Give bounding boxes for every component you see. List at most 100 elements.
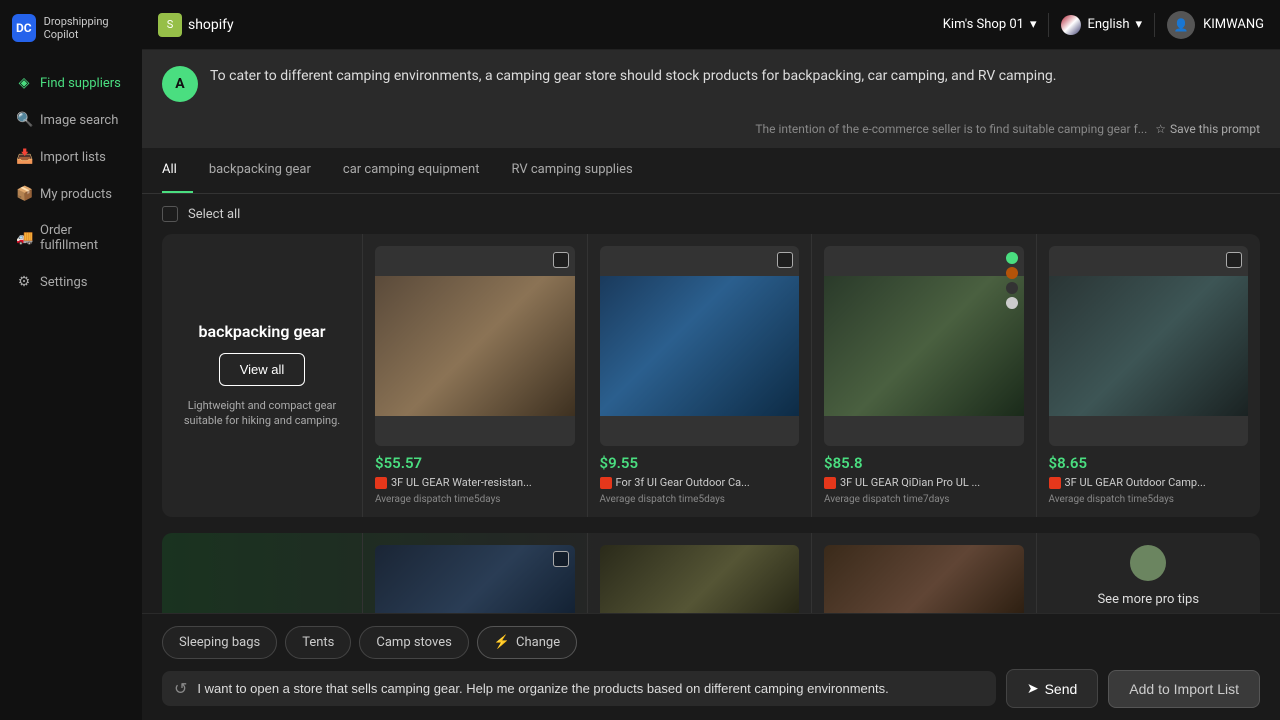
flag-icon [1061,15,1081,35]
user-info[interactable]: 👤 KIMWANG [1167,11,1264,39]
aliexpress-icon [375,477,387,489]
product-card[interactable]: $9.55 For 3f UI Gear Outdoor Ca... Avera… [587,234,812,517]
product-checkbox[interactable] [1226,252,1242,268]
my-products-icon: 📦 [16,186,32,202]
shopify-logo: S shopify [158,13,234,37]
divider-2 [1154,13,1155,37]
sidebar-item-label: My products [40,187,112,202]
see-more-tips-card[interactable]: See more pro tips › [1036,533,1261,613]
product-image [824,246,1024,446]
chat-avatar: A [162,66,198,102]
tabs-bar: All backpacking gear car camping equipme… [142,148,1280,194]
product-checkbox[interactable] [777,252,793,268]
username: KIMWANG [1203,17,1264,32]
product-image-placeholder [600,276,800,416]
product-image-tent1 [375,545,575,613]
tab-backpacking-gear[interactable]: backpacking gear [193,148,327,193]
color-dot-dark [1006,282,1018,294]
sidebar-item-my-products[interactable]: 📦 My products [4,176,138,212]
category-section-car-camping: See more pro tips › [162,533,1260,613]
color-swatches [1006,252,1018,309]
product-card-tent2[interactable] [587,533,812,613]
refresh-icon[interactable]: ↺ [174,679,187,698]
product-name: 3F UL GEAR Outdoor Camp... [1049,476,1249,490]
products-row-2: See more pro tips › [362,533,1260,613]
star-icon: ☆ [1155,122,1166,136]
shop-selector[interactable]: Kim's Shop 01 ▾ [943,17,1037,32]
view-all-button[interactable]: View all [219,353,306,386]
order-fulfillment-icon: 🚚 [16,230,32,246]
product-checkbox[interactable] [553,551,569,567]
sidebar-item-find-suppliers[interactable]: ◈ Find suppliers [4,65,138,101]
product-card[interactable]: $85.8 3F UL GEAR QiDian Pro UL ... Avera… [811,234,1036,517]
chip-camp-stoves[interactable]: Camp stoves [359,626,468,659]
chat-input[interactable] [197,681,983,696]
send-icon: ➤ [1027,680,1039,697]
sidebar-item-import-lists[interactable]: 📥 Import lists [4,139,138,175]
save-prompt-button[interactable]: ☆ Save this prompt [1155,122,1260,136]
product-dispatch: Average dispatch time5days [600,494,800,505]
user-avatar: 👤 [1167,11,1195,39]
sidebar-item-label: Find suppliers [40,76,121,91]
app-logo-text: Dropshipping Copilot [44,15,130,41]
color-dot-green [1006,252,1018,264]
settings-icon: ⚙ [16,274,32,290]
category-description: Lightweight and compact gear suitable fo… [182,398,342,429]
product-price: $9.55 [600,454,800,472]
tab-car-camping-equipment[interactable]: car camping equipment [327,148,496,193]
product-image [375,246,575,446]
product-image-placeholder [1049,276,1249,416]
sidebar-item-image-search[interactable]: 🔍 Image search [4,102,138,138]
sidebar-item-settings[interactable]: ⚙ Settings [4,264,138,300]
chip-change[interactable]: ⚡ Change [477,626,577,659]
chip-tents[interactable]: Tents [285,626,351,659]
image-search-icon: 🔍 [16,112,32,128]
product-image-placeholder [824,545,1024,613]
tab-rv-camping-supplies[interactable]: RV camping supplies [495,148,648,193]
sidebar-item-order-fulfillment[interactable]: 🚚 Order fulfillment [4,213,138,263]
select-all-checkbox[interactable] [162,206,178,222]
product-card-tent3[interactable] [811,533,1036,613]
app-logo-icon: DC [12,14,36,42]
import-lists-icon: 📥 [16,149,32,165]
category-title: backpacking gear [199,322,326,341]
app-logo: DC Dropshipping Copilot [0,0,142,56]
category-info: backpacking gear View all Lightweight an… [162,234,362,517]
product-dispatch: Average dispatch time5days [375,494,575,505]
tab-all[interactable]: All [162,148,193,193]
product-card-tent1[interactable] [362,533,587,613]
chat-message: To cater to different camping environmen… [210,66,1260,87]
language-selector[interactable]: English ▾ [1061,15,1142,35]
product-dispatch: Average dispatch time7days [824,494,1024,505]
product-card[interactable]: $8.65 3F UL GEAR Outdoor Camp... Average… [1036,234,1261,517]
suggestion-chips: Sleeping bags Tents Camp stoves ⚡ Change [162,626,1260,659]
change-icon: ⚡ [494,635,510,650]
product-card[interactable]: $55.57 3F UL GEAR Water-resistan... Aver… [362,234,587,517]
input-row: ↺ ➤ Send Add to Import List [162,669,1260,708]
product-image-placeholder [824,276,1024,416]
send-button[interactable]: ➤ Send [1006,669,1098,708]
color-dot-brown [1006,267,1018,279]
aliexpress-icon [824,477,836,489]
product-image [1049,246,1249,446]
product-image-placeholder [375,276,575,416]
bottom-bar: Sleeping bags Tents Camp stoves ⚡ Change… [142,613,1280,720]
chat-banner: A To cater to different camping environm… [142,50,1280,118]
chip-sleeping-bags[interactable]: Sleeping bags [162,626,277,659]
sidebar-item-label: Import lists [40,150,106,165]
color-dot-light [1006,297,1018,309]
product-checkbox[interactable] [553,252,569,268]
product-name: 3F UL GEAR QiDian Pro UL ... [824,476,1024,490]
see-more-avatars [1130,545,1166,581]
aliexpress-icon [1049,477,1061,489]
add-to-import-list-button[interactable]: Add to Import List [1108,670,1260,708]
aliexpress-icon [600,477,612,489]
chat-meta: The intention of the e-commerce seller i… [142,118,1280,148]
products-scroll: backpacking gear View all Lightweight an… [142,234,1280,613]
product-image [600,246,800,446]
topbar-right: Kim's Shop 01 ▾ English ▾ 👤 KIMWANG [943,11,1264,39]
shop-dropdown-icon: ▾ [1030,17,1037,32]
select-all-label[interactable]: Select all [188,207,240,222]
shop-name: Kim's Shop 01 [943,17,1024,32]
topbar-left: S shopify [158,13,234,37]
